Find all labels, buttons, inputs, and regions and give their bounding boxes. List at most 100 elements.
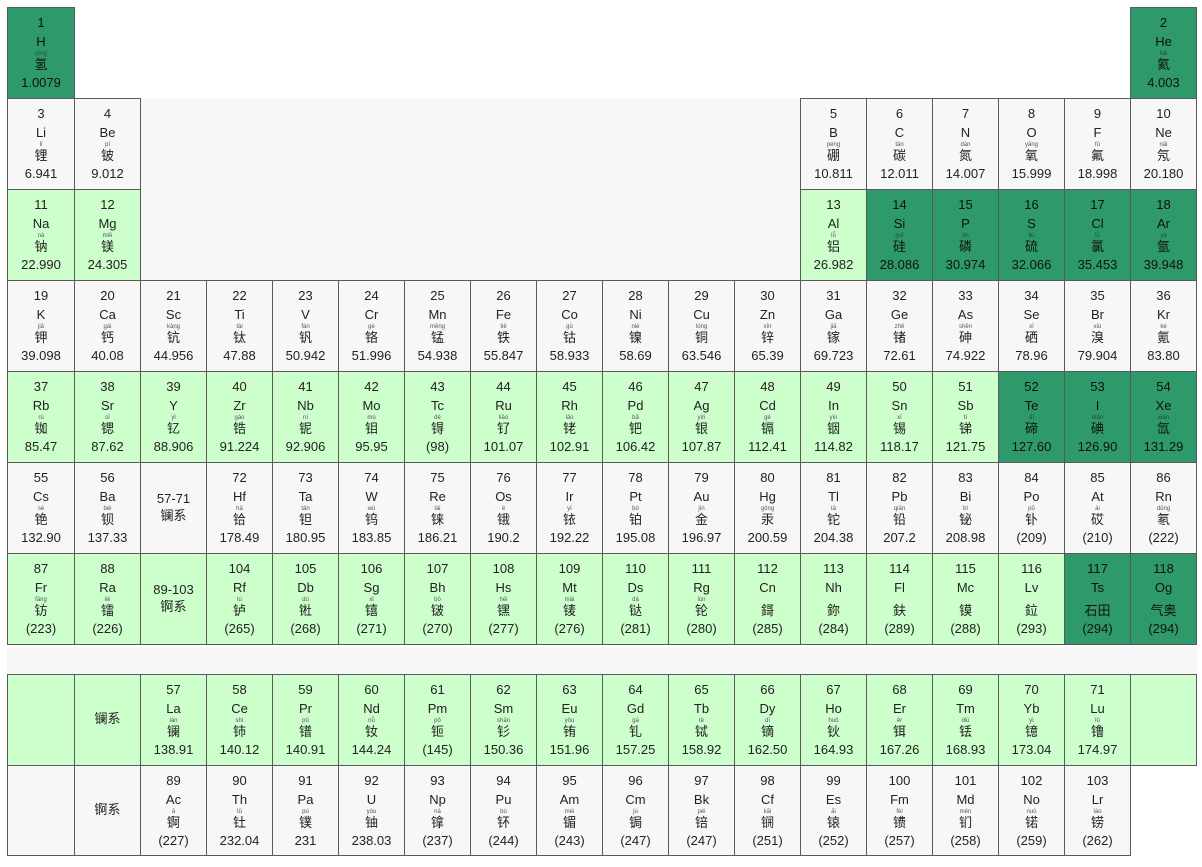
element-cell-k[interactable]: 19 Kjiǎ 钾 39.098 xyxy=(7,280,75,372)
element-cell-ne[interactable]: 10 Ne nǎi 氖 20.180 xyxy=(1130,98,1197,190)
element-cell-ir[interactable]: 77 Ir yī 铱 192.22 xyxy=(536,462,603,554)
element-cell-pa[interactable]: 91 Pa pú 镤 231 xyxy=(272,765,339,856)
element-cell-as[interactable]: 33 As shēn 砷 74.922 xyxy=(932,280,999,372)
element-cell-w[interactable]: 74 Wwū 钨 183.85 xyxy=(338,462,405,554)
element-cell-og[interactable]: 118 Og 气奥 (294) xyxy=(1130,553,1197,645)
element-cell-b[interactable]: 5 Bpéng 硼 10.811 xyxy=(800,98,867,190)
element-cell-lu[interactable]: 71 Lu lǔ 镥 174.97 xyxy=(1064,674,1131,766)
element-cell-lv[interactable]: 116 Lv 鉝 (293) xyxy=(998,553,1065,645)
element-cell-re[interactable]: 75 Re lái 铼 186.21 xyxy=(404,462,471,554)
element-cell-la[interactable]: 57 La lán 镧 138.91 xyxy=(140,674,207,766)
element-cell-ba[interactable]: 56 Ba bèi 钡 137.33 xyxy=(74,462,141,554)
element-cell-bh[interactable]: 107 Bh bō 𬭛 (270) xyxy=(404,553,471,645)
element-cell-nd[interactable]: 60 Nd nǚ 钕 144.24 xyxy=(338,674,405,766)
element-cell-gd[interactable]: 64 Gd gá 钆 157.25 xyxy=(602,674,669,766)
element-cell-tl[interactable]: 81 Tl tā 铊 204.38 xyxy=(800,462,867,554)
element-cell-mn[interactable]: 25 Mn měng 锰 54.938 xyxy=(404,280,471,372)
element-cell-si[interactable]: 14 Si guī 硅 28.086 xyxy=(866,189,933,281)
element-cell-po[interactable]: 84 Po pō 钋 (209) xyxy=(998,462,1065,554)
element-cell-es[interactable]: 99 Es āi 锿 (252) xyxy=(800,765,867,856)
element-cell-bi[interactable]: 83 Bi bì 铋 208.98 xyxy=(932,462,999,554)
element-cell-np[interactable]: 93 Np ná 镎 (237) xyxy=(404,765,471,856)
element-cell-cu[interactable]: 29 Cu tóng 铜 63.546 xyxy=(668,280,735,372)
element-cell-ce[interactable]: 58 Ce shì 铈 140.12 xyxy=(206,674,273,766)
element-cell-cr[interactable]: 24 Cr gè 铬 51.996 xyxy=(338,280,405,372)
element-cell-rn[interactable]: 86 Rn dōng 氡 (222) xyxy=(1130,462,1197,554)
element-cell-ti[interactable]: 22 Ti tài 钛 47.88 xyxy=(206,280,273,372)
element-cell-at[interactable]: 85 At ài 砹 (210) xyxy=(1064,462,1131,554)
element-cell-rg[interactable]: 111 Rg lún 𬬭 (280) xyxy=(668,553,735,645)
element-cell-ds[interactable]: 110 Ds dá 𫟼 (281) xyxy=(602,553,669,645)
element-cell-nh[interactable]: 113 Nh 鉨 (284) xyxy=(800,553,867,645)
element-cell-li[interactable]: 3 Li lǐ 锂 6.941 xyxy=(7,98,75,190)
element-cell-sn[interactable]: 50 Sn xī 锡 118.17 xyxy=(866,371,933,463)
element-cell-v[interactable]: 23 Vfán 钒 50.942 xyxy=(272,280,339,372)
element-cell-mt[interactable]: 109 Mt mài 鿏 (276) xyxy=(536,553,603,645)
element-cell-te[interactable]: 52 Te dì 碲 127.60 xyxy=(998,371,1065,463)
element-cell-pu[interactable]: 94 Pu bù 钚 (244) xyxy=(470,765,537,856)
element-cell-hg[interactable]: 80 Hg gǒng 汞 200.59 xyxy=(734,462,801,554)
element-cell-am[interactable]: 95 Am méi 镅 (243) xyxy=(536,765,603,856)
element-cell-pr[interactable]: 59 Pr pǔ 镨 140.91 xyxy=(272,674,339,766)
element-cell-cl[interactable]: 17 Cl lǜ 氯 35.453 xyxy=(1064,189,1131,281)
element-cell-u[interactable]: 92 Uyóu 铀 238.03 xyxy=(338,765,405,856)
element-cell-hf[interactable]: 72 Hf hā 铪 178.49 xyxy=(206,462,273,554)
element-cell-rb[interactable]: 37 Rb rú 铷 85.47 xyxy=(7,371,75,463)
element-cell-yb[interactable]: 70 Yb yì 镱 173.04 xyxy=(998,674,1065,766)
element-cell-pb[interactable]: 82 Pb qiān 铅 207.2 xyxy=(866,462,933,554)
element-cell-sm[interactable]: 62 Sm shān 钐 150.36 xyxy=(470,674,537,766)
element-cell-cn[interactable]: 112 Cn 鎶 (285) xyxy=(734,553,801,645)
element-cell-y[interactable]: 39 Yyǐ 钇 88.906 xyxy=(140,371,207,463)
element-cell-cs[interactable]: 55 Cs sè 铯 132.90 xyxy=(7,462,75,554)
element-cell-rf[interactable]: 104 Rf lú 𬬻 (265) xyxy=(206,553,273,645)
element-cell-os[interactable]: 76 Os é 锇 190.2 xyxy=(470,462,537,554)
element-cell-ni[interactable]: 28 Ni niè 镍 58.69 xyxy=(602,280,669,372)
element-cell-pd[interactable]: 46 Pd bǎ 钯 106.42 xyxy=(602,371,669,463)
element-cell-ho[interactable]: 67 Ho huǒ 钬 164.93 xyxy=(800,674,867,766)
element-cell-cm[interactable]: 96 Cm jú 锔 (247) xyxy=(602,765,669,856)
element-cell-ag[interactable]: 47 Ag yín 银 107.87 xyxy=(668,371,735,463)
element-cell-cd[interactable]: 48 Cd gé 镉 112.41 xyxy=(734,371,801,463)
element-cell-db[interactable]: 105 Db dù 𬭊 (268) xyxy=(272,553,339,645)
element-cell-cf[interactable]: 98 Cf kāi 锎 (251) xyxy=(734,765,801,856)
element-cell-fe[interactable]: 26 Fe tiě 铁 55.847 xyxy=(470,280,537,372)
element-cell-hs[interactable]: 108 Hs hēi 𬭶 (277) xyxy=(470,553,537,645)
element-cell-eu[interactable]: 63 Eu yǒu 铕 151.96 xyxy=(536,674,603,766)
element-cell-xe[interactable]: 54 Xe xiān 氙 131.29 xyxy=(1130,371,1197,463)
element-cell-fr[interactable]: 87 Fr fāng 钫 (223) xyxy=(7,553,75,645)
element-cell-zn[interactable]: 30 Zn xīn 锌 65.39 xyxy=(734,280,801,372)
element-cell-c[interactable]: 6 Ctàn 碳 12.011 xyxy=(866,98,933,190)
element-cell-au[interactable]: 79 Au jīn 金 196.97 xyxy=(668,462,735,554)
element-cell-bk[interactable]: 97 Bk péi 锫 (247) xyxy=(668,765,735,856)
element-cell-tm[interactable]: 69 Tm diū 铥 168.93 xyxy=(932,674,999,766)
element-cell-mo[interactable]: 42 Mo mù 钼 95.95 xyxy=(338,371,405,463)
element-cell-kr[interactable]: 36 Kr kè 氪 83.80 xyxy=(1130,280,1197,372)
element-cell-ac[interactable]: 89 Ac ā 锕 (227) xyxy=(140,765,207,856)
element-cell-h[interactable]: 1 Hqīng 氢 1.0079 xyxy=(7,7,75,99)
element-cell-lr[interactable]: 103 Lr láo 铹 (262) xyxy=(1064,765,1131,856)
element-cell-he[interactable]: 2 He hài 氦 4.003 xyxy=(1130,7,1197,99)
element-cell-n[interactable]: 7 Ndàn 氮 14.007 xyxy=(932,98,999,190)
element-cell-ga[interactable]: 31 Ga jiā 镓 69.723 xyxy=(800,280,867,372)
series-reference-cell[interactable]: 89-103 锕系 xyxy=(140,553,207,645)
element-cell-al[interactable]: 13 Al lǚ 铝 26.982 xyxy=(800,189,867,281)
element-cell-i[interactable]: 53 Idiǎn 碘 126.90 xyxy=(1064,371,1131,463)
element-cell-mc[interactable]: 115 Mc 镆 (288) xyxy=(932,553,999,645)
element-cell-ra[interactable]: 88 Ra léi 镭 (226) xyxy=(74,553,141,645)
element-cell-th[interactable]: 90 Th tǔ 钍 232.04 xyxy=(206,765,273,856)
element-cell-sr[interactable]: 38 Sr sī 锶 87.62 xyxy=(74,371,141,463)
element-cell-ca[interactable]: 20 Ca gài 钙 40.08 xyxy=(74,280,141,372)
element-cell-na[interactable]: 11 Na nà 钠 22.990 xyxy=(7,189,75,281)
element-cell-er[interactable]: 68 Er ěr 铒 167.26 xyxy=(866,674,933,766)
element-cell-md[interactable]: 101 Md mén 钔 (258) xyxy=(932,765,999,856)
element-cell-sg[interactable]: 106 Sg xǐ 𬭳 (271) xyxy=(338,553,405,645)
element-cell-br[interactable]: 35 Br xiù 溴 79.904 xyxy=(1064,280,1131,372)
element-cell-ru[interactable]: 44 Ru liǎo 钌 101.07 xyxy=(470,371,537,463)
element-cell-fl[interactable]: 114 Fl 鈇 (289) xyxy=(866,553,933,645)
element-cell-o[interactable]: 8 Oyǎng 氧 15.999 xyxy=(998,98,1065,190)
element-cell-ta[interactable]: 73 Ta tǎn 钽 180.95 xyxy=(272,462,339,554)
element-cell-sb[interactable]: 51 Sb tī 锑 121.75 xyxy=(932,371,999,463)
element-cell-nb[interactable]: 41 Nb ní 铌 92.906 xyxy=(272,371,339,463)
element-cell-in[interactable]: 49 In yīn 铟 114.82 xyxy=(800,371,867,463)
element-cell-f[interactable]: 9 Ffú 氟 18.998 xyxy=(1064,98,1131,190)
